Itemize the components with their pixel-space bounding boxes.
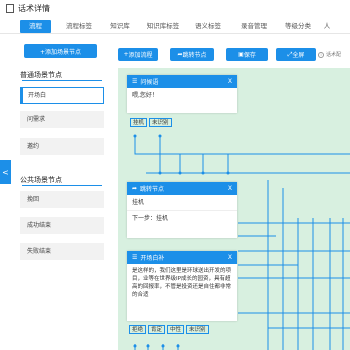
forward-arrow-icon: ➦: [132, 185, 138, 192]
node-body-line: 挂机: [127, 195, 237, 211]
flow-node-jump[interactable]: ➦ 跳转节点 X 挂机 下一步：挂机: [127, 182, 237, 238]
save-button[interactable]: ▣ 保存: [226, 48, 268, 61]
group-divider: [22, 80, 102, 81]
window-title: 话术详情: [18, 3, 50, 13]
scene-item-ask-needs[interactable]: 问需求: [20, 111, 104, 128]
tab-flow-tags[interactable]: 流程标签: [57, 20, 101, 33]
tab-level-classification[interactable]: 等级分类: [279, 20, 317, 33]
tab-knowledge-base[interactable]: 知识库: [105, 20, 135, 33]
tab-semantic-tags[interactable]: 语义标签: [189, 20, 227, 33]
node-header: ➦ 跳转节点 X: [127, 182, 237, 195]
add-scene-node-button[interactable]: +添加场景节点: [24, 44, 97, 58]
tab-knowledge-tags[interactable]: 知识库标签: [141, 20, 185, 33]
node-body: 是这样的，我们这里是环球送出开发的项目，业等在世界级IP成长的园资，具有超高的回…: [132, 268, 232, 298]
node-ports: 拒绝 肯定 中性 未识别: [129, 325, 209, 334]
title-bar: 话术详情: [0, 0, 350, 16]
info-icon: i: [318, 51, 324, 58]
port-neutral[interactable]: 中性: [167, 325, 185, 334]
node-body-line: 下一步：挂机: [132, 215, 169, 222]
port-unrecognized[interactable]: 未识别: [186, 325, 209, 334]
add-flow-button[interactable]: + 添加流程: [118, 48, 158, 61]
close-icon[interactable]: X: [228, 254, 232, 261]
port-unrecognized[interactable]: 未识别: [149, 118, 172, 127]
list-icon: ☰: [132, 254, 138, 261]
config-hint: i 话术配: [318, 51, 341, 58]
scene-sidebar: +添加场景节点 普通场景节点 开场白 问需求 邀约 公共场景节点 挽回 成功结束…: [12, 44, 106, 350]
public-scene-group-title: 公共场景节点: [20, 176, 62, 184]
scene-item-fail-end[interactable]: 失败结束: [20, 243, 104, 260]
scene-item-opening[interactable]: 开场白: [20, 87, 104, 104]
scene-item-invite[interactable]: 邀约: [20, 138, 104, 155]
flow-node-opening-supplement[interactable]: ☰ 开场白补 X 是这样的，我们这里是环球送出开发的项目，业等在世界级IP成长的园…: [127, 251, 237, 321]
normal-scene-group-title: 普通场景节点: [20, 71, 62, 79]
tab-more[interactable]: 人: [321, 20, 333, 33]
jump-node-button[interactable]: ➦ 跳转节点: [170, 48, 214, 61]
flow-canvas[interactable]: ☰ 问候语 X 喂,您好！ 挂机 未识别 ➦ 跳转节点 X 挂机 下一步：挂机 ☰ 开…: [118, 68, 350, 350]
sidebar-collapse-button[interactable]: <: [0, 160, 11, 184]
tab-flow[interactable]: 流程: [20, 20, 51, 33]
list-icon: ☰: [132, 78, 138, 85]
group-divider: [22, 185, 102, 186]
tab-bar: 流程 流程标签 知识库 知识库标签 语义标签 录音管理 等级分类 人: [0, 20, 350, 34]
close-icon[interactable]: X: [228, 78, 232, 85]
port-hang-up[interactable]: 挂机: [130, 118, 148, 127]
scene-item-retain[interactable]: 挽回: [20, 191, 104, 208]
port-reject[interactable]: 拒绝: [129, 325, 147, 334]
fullscreen-button[interactable]: ⤢ 全屏: [276, 48, 316, 61]
port-affirm[interactable]: 肯定: [148, 325, 166, 334]
document-icon: [6, 3, 14, 13]
scene-item-success-end[interactable]: 成功结束: [20, 217, 104, 234]
app-window: 话术详情 流程 流程标签 知识库 知识库标签 语义标签 录音管理 等级分类 人 …: [0, 0, 350, 350]
node-ports: 挂机 未识别: [130, 118, 172, 127]
node-body: 喂,您好！: [132, 92, 158, 99]
node-header: ☰ 开场白补 X: [127, 251, 237, 264]
tab-recording-management[interactable]: 录音管理: [235, 20, 273, 33]
flow-node-greeting[interactable]: ☰ 问候语 X 喂,您好！: [127, 75, 237, 113]
close-icon[interactable]: X: [228, 185, 232, 192]
node-header: ☰ 问候语 X: [127, 75, 237, 88]
